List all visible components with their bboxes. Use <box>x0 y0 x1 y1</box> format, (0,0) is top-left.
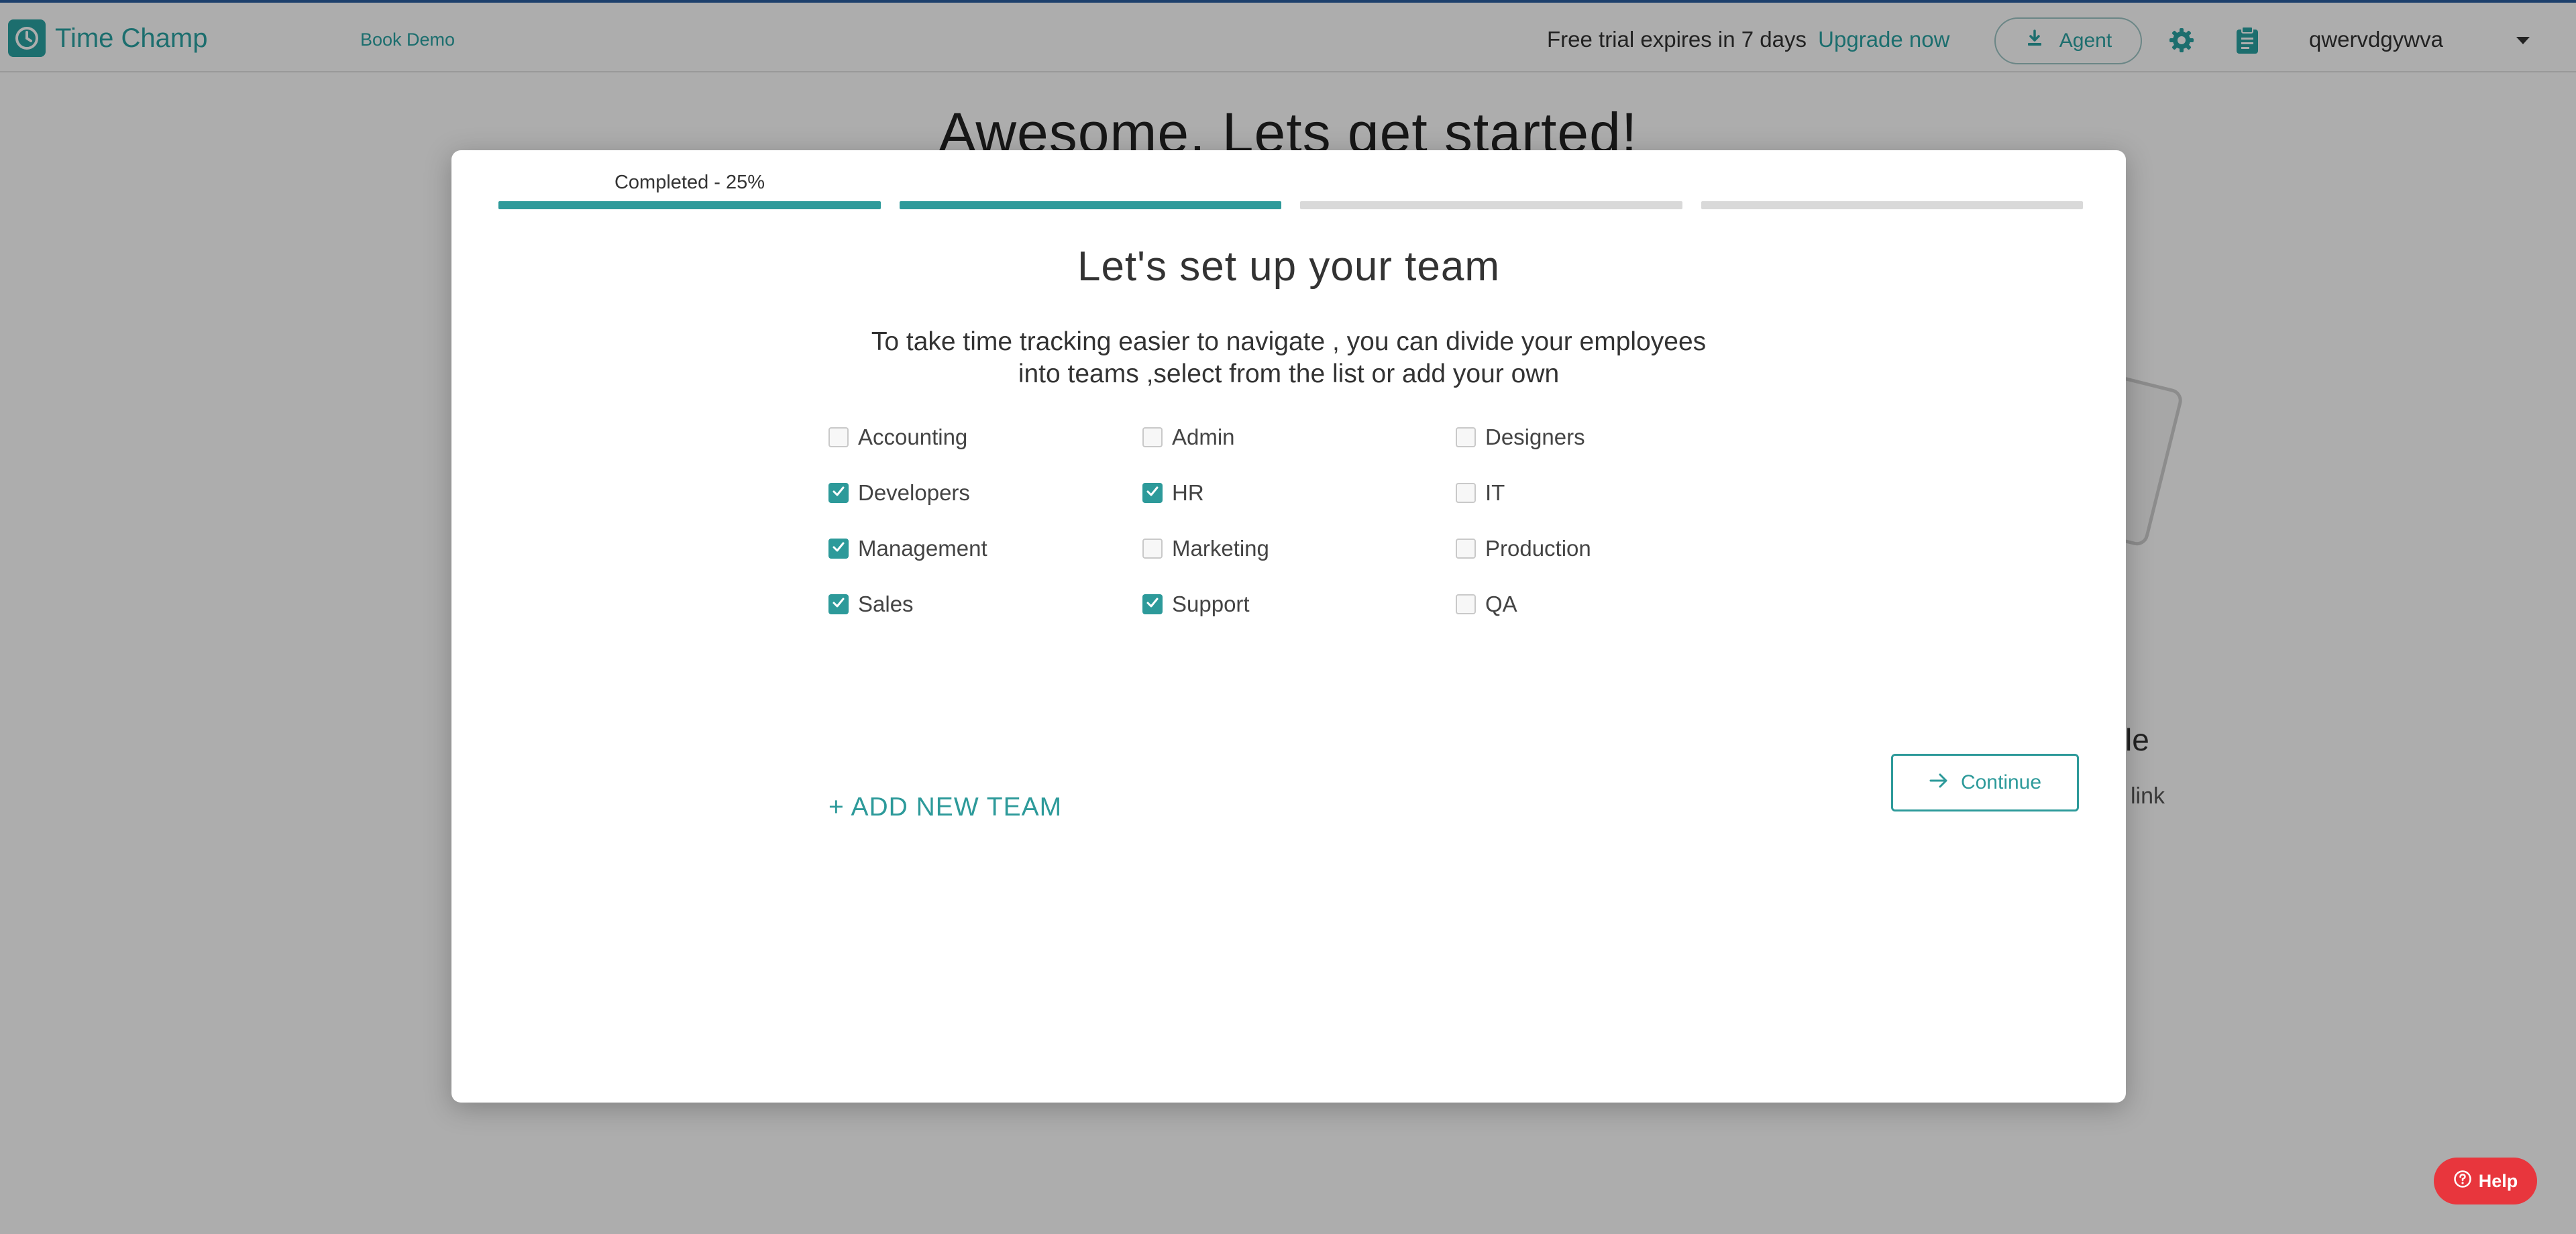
team-option-accounting[interactable]: Accounting <box>828 418 1142 456</box>
checkmark-icon <box>831 484 846 502</box>
checkmark-icon <box>831 596 846 614</box>
team-checkbox[interactable] <box>1456 483 1476 503</box>
progress-step-2 <box>899 201 1281 209</box>
team-checkbox[interactable] <box>828 483 849 503</box>
team-label: Marketing <box>1172 536 1269 561</box>
team-checkbox[interactable] <box>1456 427 1476 447</box>
team-label: Production <box>1485 536 1591 561</box>
team-label: HR <box>1172 480 1204 505</box>
add-new-team-button[interactable]: + ADD NEW TEAM <box>828 793 1062 822</box>
team-label: Developers <box>858 480 970 505</box>
team-option-management[interactable]: Management <box>828 530 1142 567</box>
team-option-admin[interactable]: Admin <box>1142 418 1456 456</box>
help-button[interactable]: Help <box>2434 1158 2537 1204</box>
progress-bar <box>498 201 2083 209</box>
team-option-support[interactable]: Support <box>1142 585 1456 623</box>
team-label: Accounting <box>858 425 968 449</box>
arrow-right-icon <box>1929 771 1949 794</box>
progress-step-1 <box>498 201 881 209</box>
team-checkbox[interactable] <box>828 594 849 614</box>
team-option-qa[interactable]: QA <box>1456 585 1724 623</box>
description-line-1: To take time tracking easier to navigate… <box>871 327 1707 356</box>
modal-description: To take time tracking easier to navigate… <box>451 326 2126 390</box>
team-label: Support <box>1172 592 1250 616</box>
team-label: Admin <box>1172 425 1235 449</box>
team-checkbox[interactable] <box>1142 539 1163 559</box>
team-setup-modal: Completed - 25% Let's set up your team T… <box>451 150 2126 1103</box>
team-checkbox[interactable] <box>1456 594 1476 614</box>
checkmark-icon <box>1145 596 1160 614</box>
team-checkbox-grid: Accounting Admin Designers Developers HR IT Ma… <box>828 418 1835 641</box>
checkmark-icon <box>831 540 846 558</box>
team-checkbox[interactable] <box>828 539 849 559</box>
app-root: Time Champ Book Demo Free trial expires … <box>0 0 2576 1234</box>
team-label: IT <box>1485 480 1505 505</box>
team-option-developers[interactable]: Developers <box>828 474 1142 512</box>
team-checkbox[interactable] <box>1142 483 1163 503</box>
team-option-production[interactable]: Production <box>1456 530 1724 567</box>
team-option-designers[interactable]: Designers <box>1456 418 1724 456</box>
progress-step-4 <box>1701 201 2083 209</box>
progress-label: Completed - 25% <box>614 172 765 193</box>
team-option-sales[interactable]: Sales <box>828 585 1142 623</box>
modal-title: Let's set up your team <box>1077 243 1501 290</box>
team-option-marketing[interactable]: Marketing <box>1142 530 1456 567</box>
progress-step-3 <box>1300 201 1682 209</box>
description-line-2: into teams ,select from the list or add … <box>1018 359 1560 388</box>
team-label: Designers <box>1485 425 1585 449</box>
team-label: QA <box>1485 592 1517 616</box>
team-checkbox[interactable] <box>1142 594 1163 614</box>
checkmark-icon <box>1145 484 1160 502</box>
team-checkbox[interactable] <box>1142 427 1163 447</box>
team-label: Management <box>858 536 987 561</box>
team-label: Sales <box>858 592 914 616</box>
team-checkbox[interactable] <box>1456 539 1476 559</box>
team-checkbox[interactable] <box>828 427 849 447</box>
continue-button[interactable]: Continue <box>1891 754 2079 811</box>
help-label: Help <box>2478 1170 2518 1191</box>
team-option-it[interactable]: IT <box>1456 474 1724 512</box>
question-circle-icon <box>2453 1170 2472 1193</box>
continue-label: Continue <box>1960 771 2042 793</box>
team-option-hr[interactable]: HR <box>1142 474 1456 512</box>
